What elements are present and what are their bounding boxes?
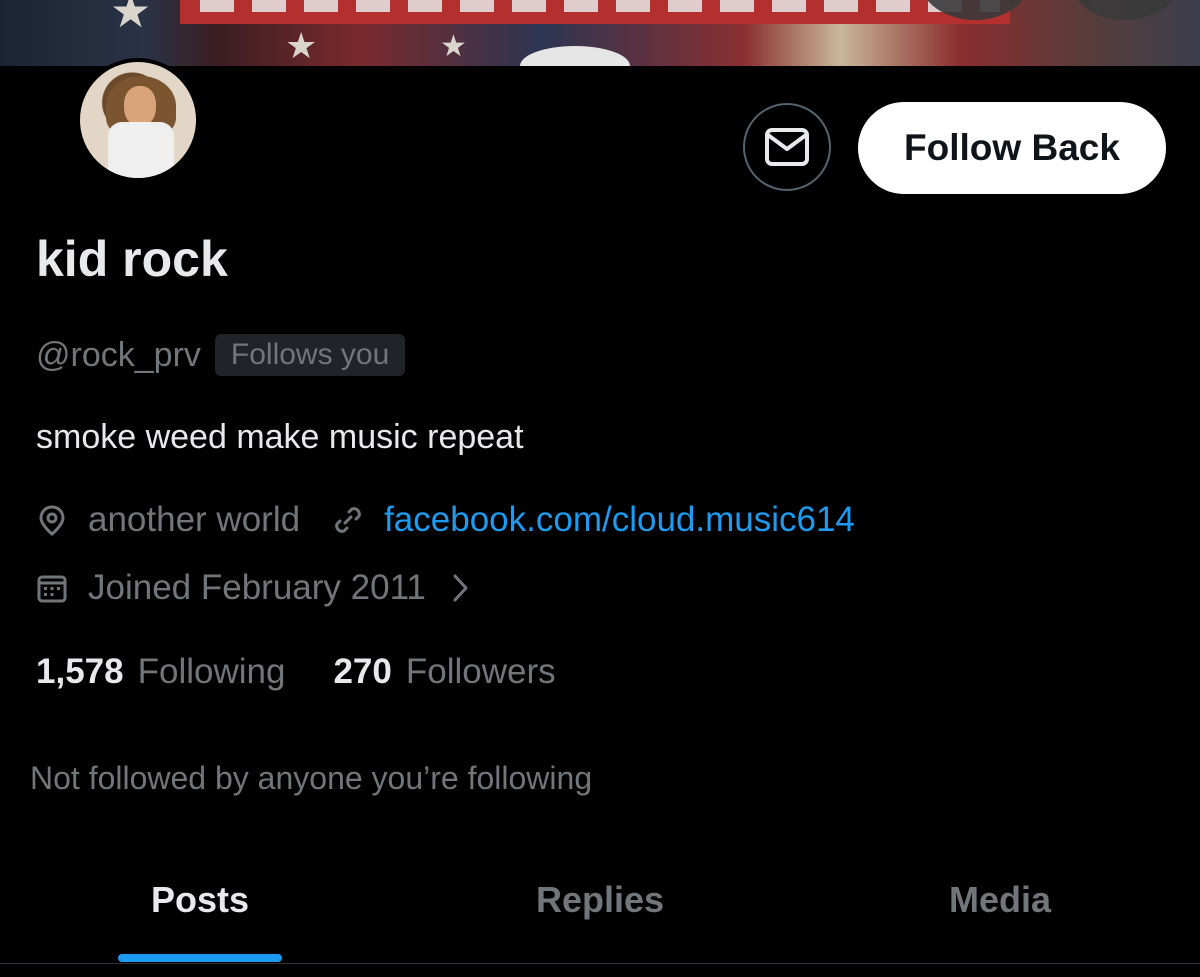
profile-bio: smoke weed make music repeat	[36, 418, 524, 456]
tabs-divider	[0, 963, 1200, 964]
joined-row[interactable]: Joined February 2011	[36, 568, 470, 608]
banner-star: ★	[285, 25, 318, 66]
avatar[interactable]	[76, 58, 200, 182]
followers-count[interactable]: 270	[333, 652, 391, 692]
avatar-shirt	[108, 122, 174, 178]
tab-replies[interactable]: Replies	[400, 850, 800, 950]
profile-stats: 1,578 Following 270 Followers	[36, 652, 556, 692]
banner-star: ★	[110, 0, 152, 37]
active-tab-indicator	[118, 954, 282, 962]
tab-media[interactable]: Media	[800, 850, 1200, 950]
profile-handle: @rock_prv	[36, 335, 201, 374]
joined-text: Joined February 2011	[88, 568, 426, 607]
location-item: another world	[36, 500, 300, 540]
banner-lettering	[200, 0, 1000, 12]
location-text: another world	[88, 500, 301, 539]
calendar-icon	[36, 572, 68, 604]
profile-tabs: Posts Replies Media	[0, 850, 1200, 965]
following-count[interactable]: 1,578	[36, 652, 124, 692]
banner-shape	[520, 46, 630, 66]
follows-you-badge: Follows you	[214, 334, 406, 376]
avatar-image	[80, 62, 196, 178]
profile-name: kid rock	[36, 231, 228, 287]
message-button[interactable]	[743, 103, 831, 191]
mutual-followers-text: Not followed by anyone you’re following	[30, 760, 593, 796]
link-icon	[332, 504, 364, 536]
following-label[interactable]: Following	[138, 652, 286, 692]
website-item[interactable]: facebook.com/cloud.music614	[332, 500, 855, 540]
website-link[interactable]: facebook.com/cloud.music614	[384, 500, 855, 540]
followers-label[interactable]: Followers	[406, 652, 556, 692]
profile-banner[interactable]: ★ ★ ★	[0, 0, 1200, 66]
chevron-right-icon	[452, 573, 470, 603]
avatar-face	[124, 86, 156, 126]
banner-shape	[1070, 0, 1180, 20]
profile-meta-row: another world facebook.com/cloud.music61…	[36, 500, 855, 540]
handle-row: @rock_prv Follows you	[36, 334, 406, 376]
envelope-icon	[765, 128, 809, 166]
location-pin-icon	[36, 504, 68, 536]
banner-star: ★	[440, 30, 467, 63]
tab-posts[interactable]: Posts	[0, 850, 400, 950]
follow-back-button[interactable]: Follow Back	[858, 102, 1166, 194]
